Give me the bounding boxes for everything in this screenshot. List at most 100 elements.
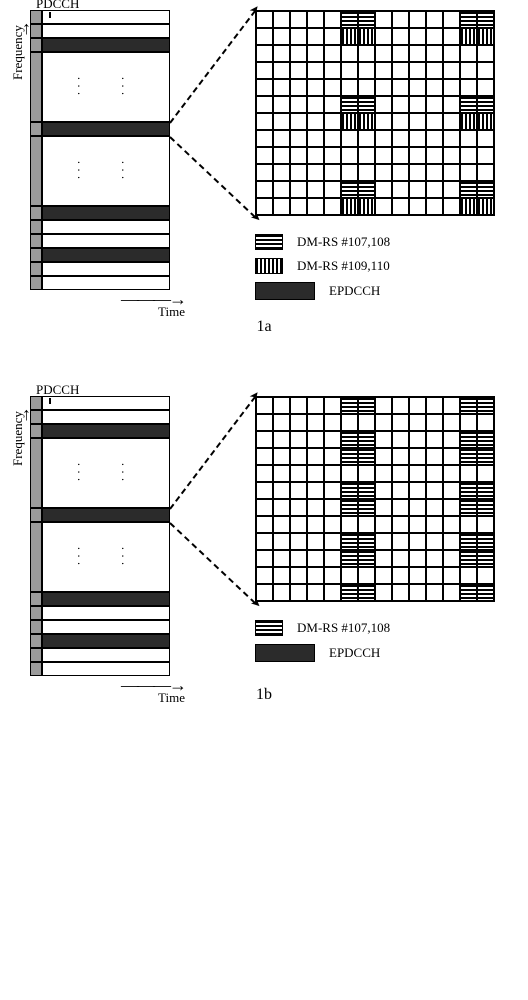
dmrs-107-108-re [460,499,477,516]
resource-element [375,181,392,198]
resource-element [358,130,375,147]
resource-element [341,567,358,584]
dmrs-107-108-re [477,11,494,28]
resource-element [460,147,477,164]
subframe-row [30,248,170,262]
resource-element [256,499,273,516]
resource-element [341,79,358,96]
resource-element [426,79,443,96]
resource-element [290,550,307,567]
resource-element [324,465,341,482]
resource-element [409,147,426,164]
resource-element [409,584,426,601]
resource-element [290,448,307,465]
figure-1b: PDCCH Frequency ↑ • • •• • •• • •• • • —… [10,396,518,704]
epdcch-prb [42,38,170,52]
legend-row: DM-RS #109,110 [255,258,495,274]
legend-a: DM-RS #107,108DM-RS #109,110EPDCCH [255,234,495,300]
resource-element [460,516,477,533]
resource-element [256,164,273,181]
resource-element [256,482,273,499]
resource-element [307,499,324,516]
resource-element [409,79,426,96]
dmrs-107-108-re [460,397,477,414]
resource-element [273,533,290,550]
resource-element [392,79,409,96]
dmrs-107-108-re [341,533,358,550]
resource-element [273,516,290,533]
resource-element [273,431,290,448]
resource-element [307,431,324,448]
resource-element [324,584,341,601]
pdcch-column-cell [30,522,42,592]
subframe-grid-b: • • •• • •• • •• • • [30,396,170,676]
resource-element [324,482,341,499]
resource-element [443,11,460,28]
data-prb [42,410,170,424]
pdcch-column-cell [30,136,42,206]
pdcch-column-cell [30,52,42,122]
ellipsis-icon: • • • [75,77,81,96]
resource-element [392,584,409,601]
resource-element [341,62,358,79]
resource-element [307,164,324,181]
resource-element [375,533,392,550]
resource-element [324,62,341,79]
resource-element [443,431,460,448]
data-prb [42,606,170,620]
resource-element [426,198,443,215]
resource-element [443,198,460,215]
resource-element [273,550,290,567]
dmrs-107-108-re [341,181,358,198]
resource-element [290,164,307,181]
dmrs-109-110-re [477,198,494,215]
resource-element [307,482,324,499]
resource-element [443,181,460,198]
resource-element [477,79,494,96]
dmrs-107-108-re [460,181,477,198]
resource-element [273,198,290,215]
subframe-row [30,234,170,248]
dmrs-107-108-re [358,499,375,516]
resource-element [443,465,460,482]
resource-element [409,516,426,533]
resource-element [409,198,426,215]
resource-element [392,113,409,130]
pdcch-column-cell [30,220,42,234]
resource-element [307,130,324,147]
dmrs-107-108-re [477,431,494,448]
subframe-row [30,508,170,522]
resource-element [256,62,273,79]
resource-element [392,62,409,79]
pdcch-column-cell [30,262,42,276]
dmrs-107-108-re [358,482,375,499]
resource-element [256,96,273,113]
resource-element [392,147,409,164]
resource-element [409,482,426,499]
resource-element [256,79,273,96]
resource-element [307,516,324,533]
resource-element [341,414,358,431]
pdcch-column-cell [30,634,42,648]
resource-element [324,147,341,164]
resource-element [341,164,358,181]
data-prb [42,620,170,634]
data-prb [42,276,170,290]
resource-element [477,130,494,147]
data-prb [42,24,170,38]
resource-element [324,567,341,584]
legend-label: DM-RS #107,108 [297,620,390,636]
subframe-row: • • •• • • [30,438,170,508]
resource-element [375,567,392,584]
resource-element [426,448,443,465]
dmrs-107-108-re [477,533,494,550]
dmrs-109-110-re [341,28,358,45]
resource-element [375,79,392,96]
dmrs-107-108-re [358,397,375,414]
resource-element [307,45,324,62]
resource-element [256,465,273,482]
resource-element [273,45,290,62]
resource-element [358,465,375,482]
resource-element [307,567,324,584]
legend-row: EPDCCH [255,644,495,662]
